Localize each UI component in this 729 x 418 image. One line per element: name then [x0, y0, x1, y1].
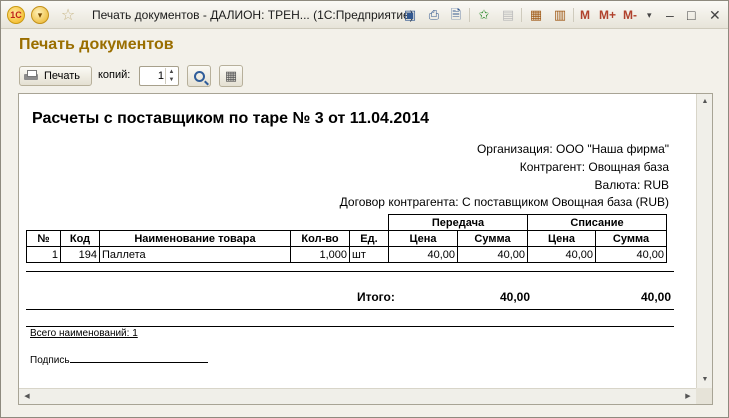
document-view[interactable]: Расчеты с поставщиком по таре № 3 от 11.…	[18, 93, 713, 405]
divider-line	[26, 271, 674, 272]
minimize-button[interactable]: –	[666, 7, 674, 23]
scroll-corner	[696, 388, 712, 404]
window-title: Печать документов - ДАЛИОН: ТРЕН... (1С:…	[92, 8, 414, 22]
col-header-transfer-sum: Сумма	[457, 230, 528, 247]
cell-writeoff-price: 40,00	[527, 246, 596, 263]
cell-unit: шт	[349, 246, 389, 263]
info-counterparty: Контрагент: Овощная база	[519, 160, 669, 174]
magnifier-icon	[193, 70, 205, 82]
horizontal-scrollbar[interactable]: ◀ ▶	[19, 388, 696, 404]
scroll-right-icon[interactable]: ▶	[680, 389, 696, 404]
toolbar-separator	[573, 8, 574, 22]
table-row[interactable]: 1 194 Паллета 1,000 шт 40,00 40,00 40,00…	[26, 246, 667, 263]
print-settings-icon: ▦	[224, 68, 238, 83]
total-transfer-sum: 40,00	[499, 290, 530, 304]
document-title: Расчеты с поставщиком по таре № 3 от 11.…	[32, 110, 429, 127]
print-settings-button[interactable]: ▦	[219, 65, 243, 87]
memory-add-button[interactable]: M+	[599, 8, 616, 22]
col-header-number: №	[26, 230, 61, 247]
title-bar: 1С ▾ ☆ Печать документов - ДАЛИОН: ТРЕН.…	[1, 1, 728, 29]
divider-line	[26, 326, 674, 327]
goods-table: Передача Списание № Код Наименование тов…	[26, 214, 667, 263]
divider-line	[26, 309, 674, 310]
copies-label: копий:	[98, 69, 131, 81]
scroll-up-icon[interactable]: ▲	[697, 94, 712, 110]
main-menu-icon[interactable]: ▾	[31, 6, 49, 24]
toolbar-separator	[521, 8, 522, 22]
info-currency: Валюта: RUB	[594, 178, 669, 192]
spin-down-icon[interactable]: ▼	[166, 76, 177, 84]
close-button[interactable]: ✕	[709, 7, 721, 24]
vertical-scrollbar[interactable]: ▲ ▼	[696, 94, 712, 388]
col-header-name: Наименование товара	[99, 230, 291, 247]
toolbar-separator	[469, 8, 470, 22]
cell-writeoff-sum: 40,00	[595, 246, 667, 263]
group-header-transfer: Передача	[388, 214, 528, 231]
cell-transfer-sum: 40,00	[457, 246, 528, 263]
calculator-icon[interactable]: ▦	[527, 6, 545, 24]
app-window: 1С ▾ ☆ Печать документов - ДАЛИОН: ТРЕН.…	[0, 0, 729, 418]
signature-blank	[69, 354, 208, 363]
cell-number: 1	[26, 246, 61, 263]
col-header-writeoff-price: Цена	[527, 230, 596, 247]
group-header-writeoff: Списание	[527, 214, 667, 231]
cell-quantity: 1,000	[290, 246, 350, 263]
copies-spinner: ▲ ▼	[165, 68, 177, 84]
print-icon[interactable]: ⎙	[425, 6, 443, 24]
memory-store-button[interactable]: M	[580, 8, 590, 22]
info-contract: Договор контрагента: С поставщиком Овощн…	[339, 195, 669, 209]
total-label: Итого:	[357, 290, 395, 304]
table-group-header-row: Передача Списание	[26, 214, 667, 231]
signature-line: Подпись	[30, 354, 208, 366]
cell-name: Паллета	[99, 246, 291, 263]
maximize-button[interactable]: □	[687, 7, 695, 23]
history-icon[interactable]: ▤	[499, 6, 517, 24]
1c-logo-icon[interactable]: 1С	[7, 6, 25, 24]
favorites-star-icon[interactable]: ☆	[59, 6, 77, 24]
page-title: Печать документов	[19, 36, 174, 53]
spin-up-icon[interactable]: ▲	[166, 68, 177, 76]
col-header-code: Код	[60, 230, 100, 247]
scroll-left-icon[interactable]: ◀	[19, 389, 35, 404]
copies-input[interactable]	[142, 69, 164, 83]
signature-label: Подпись	[30, 355, 70, 366]
copies-stepper: ▲ ▼	[139, 66, 179, 86]
col-header-unit: Ед.	[349, 230, 389, 247]
col-header-quantity: Кол-во	[290, 230, 350, 247]
info-organization: Организация: ООО "Наша фирма"	[476, 142, 669, 156]
header-spacer	[26, 214, 389, 231]
preview-button[interactable]	[187, 65, 211, 87]
table-header-row: № Код Наименование товара Кол-во Ед. Цен…	[26, 230, 667, 247]
calendar-icon[interactable]: ▥	[551, 6, 569, 24]
items-count: Всего наименований: 1	[30, 328, 138, 339]
save-icon[interactable]: ▣	[401, 6, 419, 24]
cell-code: 194	[60, 246, 100, 263]
add-to-favorites-icon[interactable]: ✩	[475, 6, 493, 24]
total-writeoff-sum: 40,00	[640, 290, 671, 304]
memory-subtract-button[interactable]: M-	[623, 8, 637, 22]
print-button[interactable]: Печать	[19, 66, 92, 86]
print-preview-icon[interactable]: 🗎	[447, 6, 465, 24]
toolbar-more-icon[interactable]: ▾	[647, 10, 652, 21]
cell-transfer-price: 40,00	[388, 246, 458, 263]
scroll-down-icon[interactable]: ▼	[697, 372, 712, 388]
col-header-transfer-price: Цена	[388, 230, 458, 247]
col-header-writeoff-sum: Сумма	[595, 230, 667, 247]
print-button-label: Печать	[44, 70, 81, 82]
printer-icon	[24, 70, 38, 82]
